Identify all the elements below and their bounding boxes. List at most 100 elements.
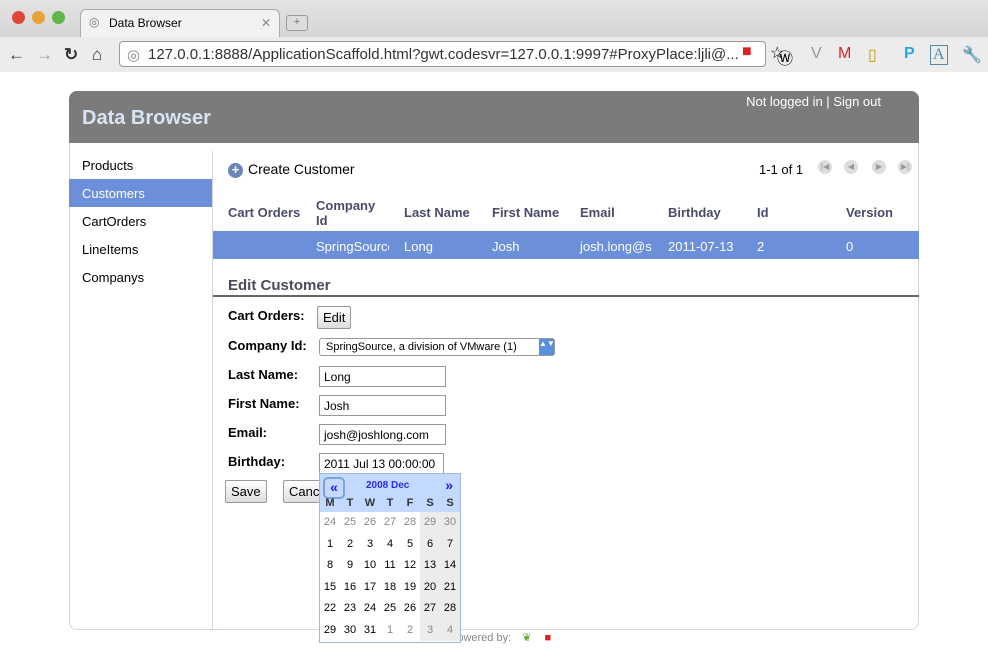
create-customer-button[interactable]: + Create Customer [228, 161, 355, 178]
calendar-day[interactable]: 10 [360, 555, 380, 577]
calendar-day[interactable]: 27 [420, 598, 440, 620]
calendar-day[interactable]: 15 [320, 577, 340, 599]
calendar-day[interactable]: 1 [380, 620, 400, 642]
calendar-day[interactable]: 7 [440, 533, 460, 555]
weekday-label: M [325, 497, 335, 509]
zoom-window-button[interactable] [52, 11, 65, 24]
calendar-day[interactable]: 22 [320, 598, 340, 620]
next-month-button[interactable]: » [445, 477, 453, 493]
login-links[interactable]: Not logged in | Sign out [746, 94, 881, 109]
calendar-day[interactable]: 19 [400, 577, 420, 599]
cell: Josh [477, 232, 565, 259]
calendar-day[interactable]: 3 [420, 619, 440, 641]
calendar-day[interactable]: 17 [360, 577, 380, 599]
save-button[interactable]: Save [225, 480, 267, 503]
prev-page-icon[interactable]: ◀ [844, 160, 858, 174]
calendar-day[interactable]: 12 [400, 555, 420, 577]
calendar-day[interactable]: 11 [380, 555, 400, 577]
column-header[interactable]: First Name [477, 192, 565, 233]
calendar-day[interactable]: 26 [400, 598, 420, 620]
wrench-icon[interactable]: 🔧 [962, 45, 982, 65]
email-input[interactable]: josh@joshlong.com [319, 424, 446, 445]
forward-icon[interactable]: → [36, 45, 53, 65]
calendar-day[interactable]: 14 [440, 555, 460, 577]
calendar-day[interactable]: 30 [340, 620, 360, 642]
column-header[interactable]: Id [742, 192, 831, 233]
calendar-week: 22 23 24 25 26 27 28 [320, 598, 460, 620]
column-header[interactable]: Birthday [653, 192, 742, 233]
sidebar: Products Customers CartOrders LineItems … [69, 151, 213, 630]
column-header[interactable]: Version [831, 192, 919, 233]
calendar-day[interactable]: 31 [360, 620, 380, 642]
a-extension-icon[interactable]: A [930, 45, 948, 65]
divider [213, 295, 919, 297]
calendar-day[interactable]: 1 [320, 534, 340, 556]
customer-table: Cart Orders Company Id Last Name First N… [213, 192, 919, 259]
company-select[interactable]: SpringSource, a division of VMware (1) ▲▼ [319, 338, 555, 356]
calendar-day[interactable]: 25 [380, 598, 400, 620]
calendar-day[interactable]: 28 [440, 598, 460, 620]
calendar-day[interactable]: 29 [420, 512, 440, 534]
pager-text: 1-1 of 1 [759, 162, 804, 177]
calendar-day[interactable]: 8 [320, 555, 340, 577]
calendar-day[interactable]: 2 [400, 620, 420, 642]
calendar-day[interactable]: 6 [420, 533, 440, 555]
edit-cart-orders-button[interactable]: Edit [317, 306, 352, 329]
close-window-button[interactable] [12, 11, 25, 24]
minimize-window-button[interactable] [32, 11, 45, 24]
calendar-day[interactable]: 21 [440, 576, 460, 598]
phone-icon[interactable]: ▯ [868, 45, 877, 65]
calendar-day[interactable]: 5 [400, 534, 420, 556]
calendar-day[interactable]: 13 [420, 555, 440, 577]
new-tab-button[interactable]: + [286, 15, 308, 31]
calendar-day[interactable]: 30 [440, 512, 460, 534]
column-header[interactable]: Cart Orders [213, 192, 301, 233]
next-page-icon[interactable]: ▶ [872, 160, 886, 174]
calendar-day[interactable]: 28 [400, 512, 420, 534]
calendar-day[interactable]: 23 [340, 598, 360, 620]
p-extension-icon[interactable]: P [904, 45, 915, 63]
calendar-day[interactable]: 16 [340, 577, 360, 599]
app-header: Data Browser Not logged in | Sign out [69, 91, 919, 143]
first-name-input[interactable]: Josh [319, 395, 446, 416]
spring-roo-logo: ❦ [522, 632, 532, 644]
table-row[interactable]: SpringSource Long Josh josh.long@s 2011-… [213, 232, 919, 259]
sidebar-item-products[interactable]: Products [69, 151, 212, 179]
wikipedia-icon[interactable]: Ⓦ [777, 45, 793, 69]
cart-orders-label: Cart Orders: [228, 308, 305, 323]
home-icon[interactable]: ⌂ [92, 45, 102, 65]
first-page-icon[interactable]: |◀ [818, 160, 832, 174]
sidebar-item-cartorders[interactable]: CartOrders [69, 207, 212, 235]
calendar-day[interactable]: 20 [420, 576, 440, 598]
calendar-day[interactable]: 24 [360, 598, 380, 620]
calendar-day[interactable]: 27 [380, 512, 400, 534]
close-tab-icon[interactable]: ✕ [261, 16, 271, 30]
sidebar-item-lineitems[interactable]: LineItems [69, 235, 212, 263]
sidebar-item-customers[interactable]: Customers [69, 179, 212, 207]
calendar-day[interactable]: 2 [340, 534, 360, 556]
calendar-day[interactable]: 24 [320, 512, 340, 534]
column-header[interactable]: Last Name [389, 192, 477, 233]
weekday-label: T [346, 497, 354, 509]
calendar-day[interactable]: 25 [340, 512, 360, 534]
sidebar-item-companys[interactable]: Companys [69, 263, 212, 291]
column-header[interactable]: Email [565, 192, 653, 233]
gwt-icon[interactable]: ■ [742, 43, 752, 61]
browser-tab[interactable]: ◎ Data Browser ✕ [80, 9, 280, 37]
calendar-day[interactable]: 18 [380, 577, 400, 599]
last-name-input[interactable]: Long [319, 366, 446, 387]
calendar-day[interactable]: 29 [320, 620, 340, 642]
birthday-input[interactable]: 2011 Jul 13 00:00:00 [319, 453, 444, 474]
extension-icon[interactable]: V [811, 45, 822, 63]
calendar-day[interactable]: 3 [360, 534, 380, 556]
reload-icon[interactable]: ↻ [64, 45, 78, 65]
last-page-icon[interactable]: ▶| [898, 160, 912, 174]
calendar-day[interactable]: 4 [380, 534, 400, 556]
address-bar[interactable]: ◎ 127.0.0.1:8888/ApplicationScaffold.htm… [119, 41, 766, 67]
column-header[interactable]: Company Id [301, 192, 389, 233]
back-icon[interactable]: ← [8, 45, 25, 65]
calendar-day[interactable]: 26 [360, 512, 380, 534]
calendar-day[interactable]: 4 [440, 619, 460, 641]
calendar-day[interactable]: 9 [340, 555, 360, 577]
gmail-icon[interactable]: M [838, 45, 851, 63]
